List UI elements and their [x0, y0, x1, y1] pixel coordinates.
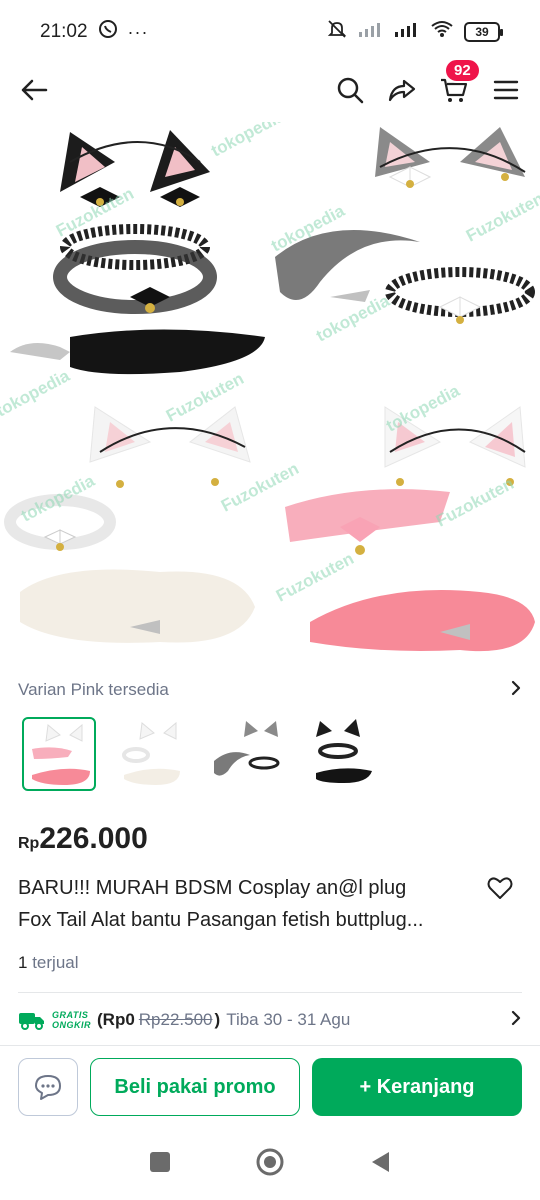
back-button[interactable] — [18, 74, 50, 106]
chevron-right-icon — [508, 1008, 524, 1033]
price-value: 226.000 — [39, 822, 148, 855]
watermark: tokopedia — [208, 122, 288, 161]
menu-button[interactable] — [490, 74, 522, 106]
cart-button[interactable]: 92 — [438, 58, 481, 106]
product-collage: Fuzokuten tokopedia tokopedia Fuzokuten … — [0, 122, 540, 652]
free-shipping-label: GRATIS ONGKIR — [52, 1010, 91, 1030]
product-price: Rp 226.000 — [18, 822, 148, 856]
top-nav: 92 — [0, 58, 540, 116]
free-shipping-line-2: ONGKIR — [52, 1020, 91, 1030]
product-title-line-1: BARU!!! MURAH BDSM Cosplay an@l plug — [18, 877, 407, 899]
chat-bubble-icon — [35, 1075, 61, 1100]
system-navigation-bar — [0, 1128, 540, 1200]
variant-thumb-black[interactable] — [304, 717, 378, 791]
battery-icon: 39 — [464, 22, 503, 42]
triangle-back-icon — [372, 1151, 389, 1172]
product-title-line-2: Fox Tail Alat bantu Pasangan fetish butt… — [18, 909, 424, 931]
pink-set — [285, 406, 535, 652]
product-image[interactable]: Fuzokuten tokopedia tokopedia Fuzokuten … — [0, 122, 540, 662]
add-to-cart-button[interactable]: + Keranjang — [312, 1058, 522, 1116]
mute-icon — [326, 18, 348, 46]
action-bar: Beli pakai promo + Keranjang — [0, 1056, 540, 1118]
wishlist-button[interactable] — [486, 874, 514, 902]
hamburger-menu-icon — [493, 80, 519, 100]
watermark: tokopedia — [383, 381, 463, 436]
shipping-eta: Tiba 30 - 31 Agu — [226, 1010, 351, 1029]
share-button[interactable] — [386, 74, 418, 106]
search-button[interactable] — [334, 74, 366, 106]
variant-selector[interactable]: Varian Pink tersedia — [18, 676, 524, 704]
wifi-icon — [430, 20, 454, 44]
sold-count-value: 1 — [18, 953, 28, 972]
cart-count-badge: 92 — [444, 58, 481, 83]
recents-button[interactable] — [149, 1151, 171, 1178]
whatsapp-icon — [98, 19, 118, 45]
variant-label: Varian Pink tersedia — [18, 680, 169, 699]
search-icon — [337, 77, 364, 104]
delivery-truck-icon — [19, 1013, 44, 1030]
status-left: 21:02 ··· — [40, 19, 149, 45]
variant-thumb-white[interactable] — [116, 717, 190, 791]
nav-actions: 92 — [334, 58, 522, 106]
chevron-right-icon — [508, 678, 524, 703]
watermark: tokopedia — [0, 366, 73, 421]
sold-count: 1 terjual — [18, 953, 79, 973]
black-set — [10, 130, 265, 375]
chat-seller-button[interactable] — [18, 1058, 78, 1116]
variant-thumbnails — [22, 717, 378, 791]
action-bar-divider — [0, 1045, 540, 1046]
shipping-price: (Rp0 — [97, 1010, 135, 1029]
watermark: Fuzokuten — [463, 189, 540, 246]
shipping-price-close: ) — [214, 1010, 221, 1029]
variant-thumb-grey[interactable] — [210, 717, 284, 791]
white-set — [4, 406, 255, 643]
free-shipping-badge: GRATIS ONGKIR — [18, 1009, 91, 1031]
shipping-info[interactable]: GRATIS ONGKIR (Rp0 Rp22.500 ) Tiba 30 - … — [18, 1006, 524, 1034]
more-notifications-icon: ··· — [127, 21, 149, 42]
signal-weak-icon — [358, 20, 384, 44]
back-nav-button[interactable] — [369, 1150, 391, 1179]
shipping-original-price: Rp22.500 — [138, 1010, 213, 1029]
price-currency: Rp — [18, 835, 40, 852]
heart-icon — [487, 877, 513, 899]
status-right: 39 — [326, 18, 503, 46]
sold-count-label: terjual — [32, 953, 79, 972]
arrow-left-icon — [21, 79, 48, 101]
watermark: Fuzokuten — [273, 549, 357, 606]
square-icon — [150, 1151, 170, 1172]
circle-icon — [256, 1148, 284, 1175]
share-icon — [388, 79, 416, 102]
variant-thumb-pink[interactable] — [22, 717, 96, 791]
buy-with-promo-button[interactable]: Beli pakai promo — [90, 1058, 300, 1116]
free-shipping-line-1: GRATIS — [52, 1010, 89, 1020]
signal-icon — [394, 20, 420, 44]
status-bar: 21:02 ··· 39 — [0, 0, 540, 64]
status-time: 21:02 — [40, 21, 88, 42]
home-button[interactable] — [255, 1147, 285, 1182]
section-divider — [18, 992, 522, 993]
product-title: BARU!!! MURAH BDSM Cosplay an@l plug Fox… — [18, 872, 478, 936]
